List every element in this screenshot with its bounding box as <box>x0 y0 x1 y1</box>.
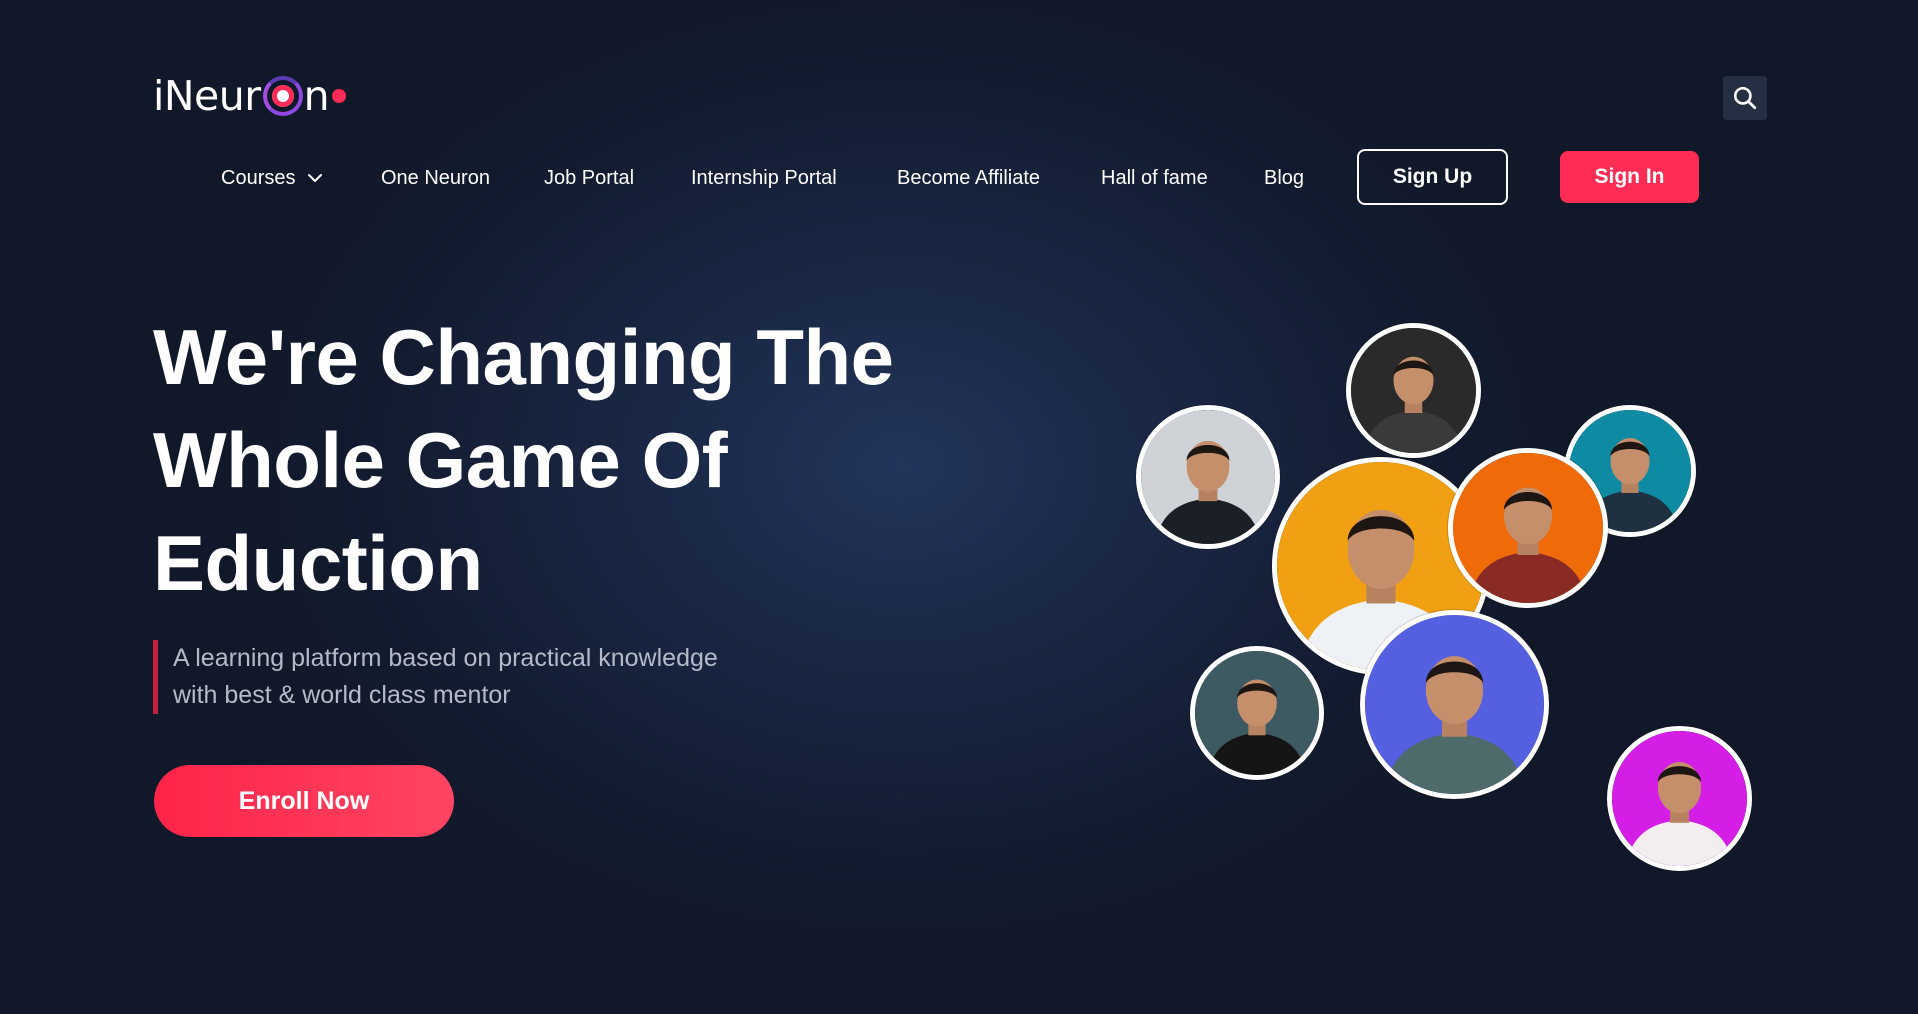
nav-item-one-neuron[interactable]: One Neuron <box>381 150 490 206</box>
nav-item-job-portal[interactable]: Job Portal <box>544 150 634 206</box>
hero-title-line-3: Eduction <box>153 519 483 607</box>
logo-suffix-text: n <box>303 72 330 120</box>
hero-subtitle: A learning platform based on practical k… <box>153 640 793 714</box>
nav-item-label: Internship Portal <box>691 166 837 189</box>
ineuron-logo[interactable]: iNeur n <box>153 68 347 124</box>
logo-o-mark <box>262 76 303 116</box>
nav-item-internship-portal[interactable]: Internship Portal <box>691 150 837 206</box>
logo-dot <box>332 89 347 103</box>
nav-item-label: Hall of fame <box>1101 166 1208 189</box>
nav-item-become-affiliate[interactable]: Become Affiliate <box>897 150 1040 206</box>
hero-subtitle-line-2: with best & world class mentor <box>173 681 511 709</box>
person-portrait-icon <box>1453 453 1603 603</box>
mentor-avatar <box>1190 646 1324 780</box>
person-portrait-icon <box>1351 328 1476 453</box>
nav-item-blog[interactable]: Blog <box>1264 150 1304 206</box>
nav-item-label: Become Affiliate <box>897 166 1041 189</box>
mentor-avatar <box>1607 726 1752 871</box>
nav-item-courses-label: Courses <box>221 166 296 189</box>
search-icon <box>1733 86 1757 110</box>
enroll-now-button[interactable]: Enroll Now <box>154 765 454 837</box>
sign-in-button[interactable]: Sign In <box>1560 151 1699 203</box>
mentor-avatar <box>1360 610 1549 799</box>
mentor-avatar <box>1448 448 1608 608</box>
nav-item-label: Blog <box>1264 166 1305 189</box>
nav-item-hall-of-fame[interactable]: Hall of fame <box>1101 150 1208 206</box>
nav-item-courses[interactable]: Courses <box>221 150 323 206</box>
mentor-avatar <box>1346 323 1481 458</box>
sign-up-button[interactable]: Sign Up <box>1357 149 1508 205</box>
mentor-avatar <box>1136 405 1280 549</box>
nav-item-label: Job Portal <box>544 166 635 189</box>
person-portrait-icon <box>1195 651 1319 775</box>
search-button[interactable] <box>1723 76 1767 120</box>
chevron-down-icon <box>307 173 323 183</box>
nav-item-label: One Neuron <box>381 166 490 189</box>
logo-prefix-text: iNeur <box>153 72 261 120</box>
hero-title-line-1: We're Changing The <box>153 313 894 401</box>
hero-title: We're Changing The Whole Game Of Eductio… <box>153 306 953 615</box>
hero-subtitle-line-1: A learning platform based on practical k… <box>173 644 718 672</box>
person-portrait-icon <box>1365 615 1544 794</box>
person-portrait-icon <box>1141 410 1275 544</box>
person-portrait-icon <box>1612 731 1747 866</box>
hero-title-line-2: Whole Game Of <box>153 416 728 504</box>
